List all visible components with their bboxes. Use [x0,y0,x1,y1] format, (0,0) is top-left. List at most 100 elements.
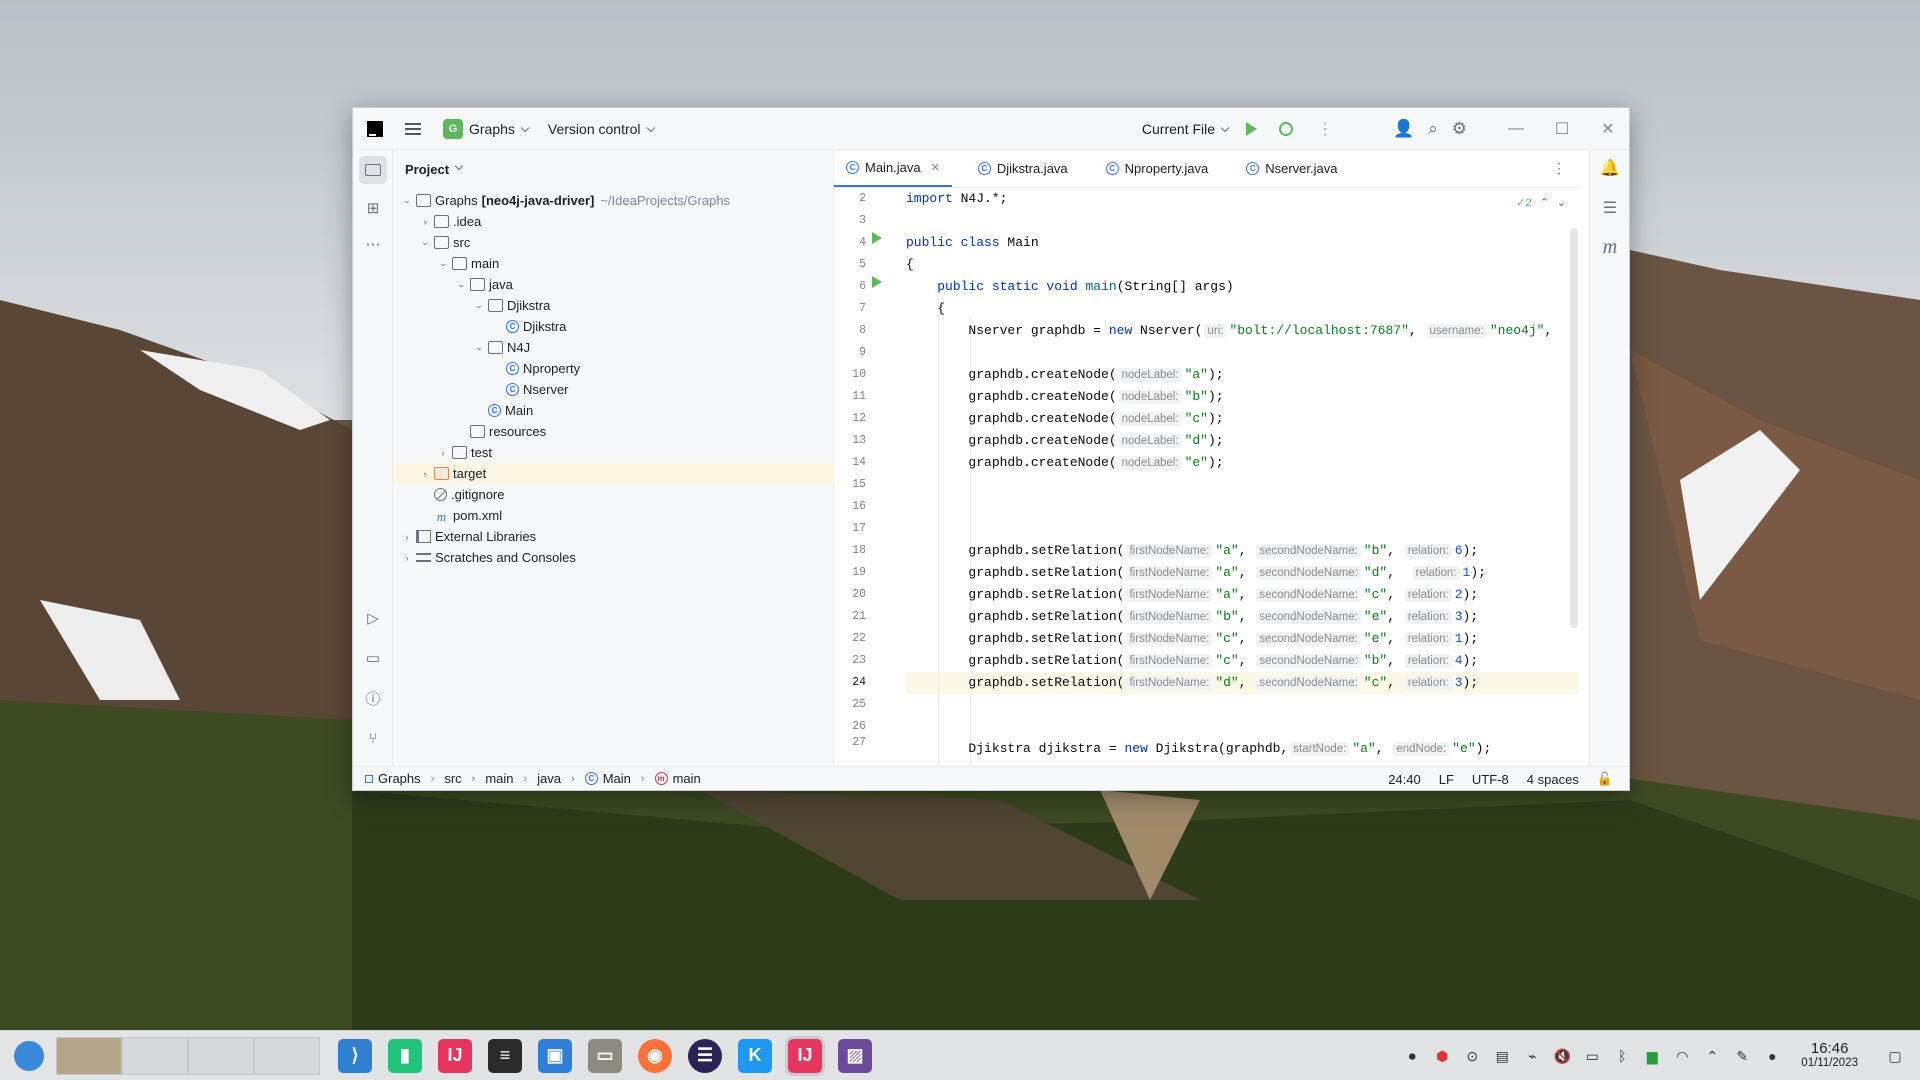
caret-position[interactable]: 24:40 [1388,772,1421,787]
intellij-active-icon[interactable]: IJ [785,1035,825,1076]
file-manager-icon[interactable]: ▭ [588,1038,622,1073]
virtual-desktop-2[interactable] [122,1036,188,1075]
intellij-logo-icon[interactable] [367,120,383,137]
chevron-down-icon[interactable]: ⌄ [401,195,413,206]
tree-item[interactable]: ⌄ Djikstra [393,295,834,316]
tree-item[interactable]: C Nserver [393,379,834,400]
media-icon[interactable]: ⏺ [1403,1048,1421,1065]
keyboard-layout-icon[interactable]: ▆ [1643,1048,1661,1065]
settings-icon[interactable]: ⚙ [1452,119,1467,139]
tree-item[interactable]: ⌄ main [393,253,834,274]
breadcrumb-item[interactable]: src [444,771,461,786]
git-tool-button[interactable]: ⑂ [359,724,387,752]
maximize-icon[interactable]: ☐ [1539,119,1585,139]
structure-tool-button[interactable]: ⊞ [359,194,387,222]
editor-tab[interactable]: C Nserver.java [1234,149,1349,187]
intellij-icon[interactable]: IJ [438,1038,472,1073]
app-launcher-icon[interactable] [14,1040,44,1071]
bluetooth-icon[interactable]: ᛒ [1613,1048,1631,1064]
virtual-desktop-1[interactable] [56,1036,122,1075]
virtual-desktop-3[interactable] [188,1036,254,1075]
breadcrumb-item[interactable]: java [537,771,561,786]
tree-item[interactable]: .gitignore [393,484,834,505]
tree-item[interactable]: ⌄ Graphs [neo4j-java-driver] ~/IdeaProjects… [393,190,834,211]
chevron-right-icon[interactable]: › [401,553,413,563]
breadcrumb-item[interactable]: Main [603,771,631,786]
terminal-icon[interactable]: ≡ [488,1038,522,1073]
tree-item[interactable]: ⌄ src [393,232,834,253]
project-selector[interactable]: Graphs [469,121,530,137]
project-badge[interactable]: G [443,118,463,139]
breadcrumb-item[interactable]: main [673,771,701,786]
chevron-down-icon[interactable]: ⌄ [455,279,467,290]
tree-item[interactable]: › target [393,463,834,484]
tree-item[interactable]: C Nproperty [393,358,834,379]
lock-icon[interactable]: 🔓 [1597,771,1613,787]
run-gutter-icon[interactable] [872,232,882,244]
tree-item[interactable]: C Main [393,400,834,421]
eclipse-icon[interactable]: ☰ [688,1038,722,1073]
run-gutter-icon[interactable] [872,276,882,288]
battery-icon[interactable]: ▭ [1583,1048,1601,1065]
maven-icon[interactable]: m [1600,236,1620,259]
night-mode-icon[interactable]: ● [1763,1048,1781,1064]
more-actions-icon[interactable]: ⋮ [1317,119,1333,139]
tree-item[interactable]: › External Libraries [393,526,834,547]
updates-icon[interactable]: ⊙ [1463,1048,1481,1065]
services-tool-button[interactable]: ▷ [359,604,387,632]
tree-item[interactable]: resources [393,421,834,442]
notifications-icon[interactable]: 🔔 [1600,158,1620,178]
run-config-selector[interactable]: Current File [1142,121,1230,137]
editor-tab[interactable]: C Main.java ✕ [834,149,952,187]
chevron-right-icon[interactable]: › [419,469,431,479]
breadcrumb-item[interactable]: main [485,771,513,786]
more-tabs-icon[interactable]: ⋮ [1552,160,1566,177]
pycharm-icon[interactable]: ▮ [388,1038,422,1073]
line-separator[interactable]: LF [1439,772,1454,787]
clock[interactable]: 16:46 01/11/2023 [1801,1041,1858,1070]
wifi-icon[interactable]: ◠ [1673,1048,1691,1065]
run-icon[interactable] [1246,122,1258,136]
chevron-down-icon[interactable]: ⌄ [473,300,485,311]
virtual-desktop-4[interactable] [254,1036,320,1075]
app-tray-icon[interactable]: ⬢ [1433,1048,1451,1065]
tree-item[interactable]: › Scratches and Consoles [393,547,834,568]
clipboard-icon[interactable]: ▤ [1493,1048,1511,1065]
screenshot-app-icon[interactable]: ▨ [838,1038,872,1073]
version-control-menu[interactable]: Version control [548,121,655,137]
editor-tab[interactable]: C Nproperty.java [1094,149,1221,187]
code-area[interactable]: import N4J.*; public class Main { public… [834,188,1578,768]
minimize-icon[interactable]: — [1493,120,1539,138]
more-tools-button[interactable]: ⋯ [359,230,387,258]
volume-muted-icon[interactable]: 🔇 [1553,1048,1571,1065]
tree-item[interactable]: m pom.xml [393,505,834,526]
breadcrumb-item[interactable]: Graphs [378,771,421,786]
database-icon[interactable]: ☰ [1600,198,1620,218]
close-tab-icon[interactable]: ✕ [931,161,940,174]
add-user-icon[interactable]: 👤 [1393,119,1414,139]
vertical-scrollbar[interactable] [1570,228,1578,628]
chevron-right-icon[interactable]: › [419,217,431,227]
terminal-tool-button[interactable]: ▭ [359,644,387,672]
tree-item[interactable]: ⌄ java [393,274,834,295]
debug-icon[interactable] [1279,122,1294,136]
file-encoding[interactable]: UTF-8 [1472,772,1509,787]
indent-setting[interactable]: 4 spaces [1527,772,1579,787]
chevron-right-icon[interactable]: › [437,448,449,458]
project-tool-button[interactable] [359,156,387,184]
kde-app-icon[interactable]: K [738,1038,772,1073]
firefox-icon[interactable]: ◉ [638,1038,672,1073]
tree-item[interactable]: C Djikstra [393,316,834,337]
tree-item[interactable]: › .idea [393,211,834,232]
network-off-icon[interactable]: ⌁ [1523,1048,1541,1065]
chevron-right-icon[interactable]: › [401,532,413,542]
vscode-icon[interactable]: ⟩ [338,1038,372,1073]
editor-tab[interactable]: C Djikstra.java [966,149,1080,187]
software-store-icon[interactable]: ▣ [538,1038,572,1073]
project-panel-header[interactable]: Project [393,150,833,188]
show-desktop-icon[interactable]: ▢ [1886,1048,1904,1065]
pen-icon[interactable]: ✎ [1733,1048,1751,1065]
close-icon[interactable]: ✕ [1585,119,1629,139]
chevron-down-icon[interactable]: ⌄ [437,258,449,269]
expand-tray-icon[interactable]: ⌃ [1703,1048,1721,1065]
